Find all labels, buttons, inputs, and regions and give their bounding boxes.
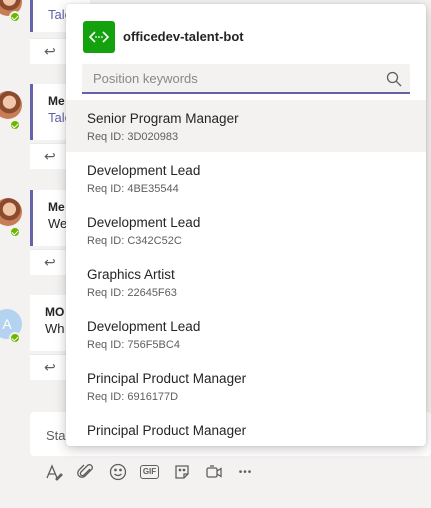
search-icon[interactable] (386, 71, 402, 87)
gif-label: GIF (139, 465, 160, 479)
avatar[interactable] (0, 198, 22, 226)
compose-toolbar: GIF ••• (44, 462, 255, 482)
search-box (82, 64, 410, 94)
sticker-icon[interactable] (172, 463, 191, 482)
position-title: Principal Product Manager (87, 371, 247, 386)
result-item[interactable]: Graphics Artist Req ID: 22645F63 (66, 256, 426, 308)
gif-icon[interactable]: GIF (139, 463, 160, 482)
bot-app-icon (83, 21, 115, 53)
result-item[interactable]: Principal Product Manager (66, 412, 426, 446)
emoji-icon[interactable] (108, 463, 127, 482)
req-id: Req ID: 4BE35544 (87, 183, 179, 195)
presence-available-icon (9, 332, 21, 344)
position-keywords-input[interactable] (82, 64, 372, 92)
format-icon[interactable] (44, 463, 63, 482)
reply-icon[interactable]: ↩ (44, 359, 56, 376)
presence-available-icon (9, 226, 21, 238)
presence-available-icon (9, 119, 21, 131)
avatar[interactable] (0, 91, 22, 119)
req-id: Req ID: 756F5BC4 (87, 339, 180, 351)
req-id: Req ID: 3D020983 (87, 131, 179, 143)
compose-placeholder: Sta (46, 428, 66, 443)
meet-now-icon[interactable] (204, 463, 223, 482)
position-title: Development Lead (87, 215, 201, 230)
presence-available-icon (9, 11, 21, 23)
messaging-extension-popup: officedev-talent-bot Senior Program Mana… (66, 4, 426, 446)
bot-name: officedev-talent-bot (123, 29, 244, 44)
position-title: Senior Program Manager (87, 111, 239, 126)
position-title: Development Lead (87, 319, 201, 334)
req-id: Req ID: 22645F63 (87, 287, 177, 299)
attach-icon[interactable] (76, 463, 95, 482)
req-id: Req ID: C342C52C (87, 235, 182, 247)
position-title: Graphics Artist (87, 267, 175, 282)
avatar-initial: A (2, 316, 12, 332)
result-item[interactable]: Senior Program Manager Req ID: 3D020983 (66, 100, 426, 152)
reply-icon[interactable]: ↩ (44, 254, 56, 271)
result-item[interactable]: Principal Product Manager Req ID: 691617… (66, 360, 426, 412)
reply-icon[interactable]: ↩ (44, 148, 56, 165)
more-options-icon[interactable]: ••• (236, 463, 255, 482)
popup-header: officedev-talent-bot (66, 4, 426, 60)
position-title: Development Lead (87, 163, 201, 178)
more-label: ••• (238, 466, 253, 478)
result-item[interactable]: Development Lead Req ID: 4BE35544 (66, 152, 426, 204)
reply-icon[interactable]: ↩ (44, 43, 56, 60)
result-item[interactable]: Development Lead Req ID: 756F5BC4 (66, 308, 426, 360)
results-list: Senior Program Manager Req ID: 3D020983 … (66, 100, 426, 446)
req-id: Req ID: 6916177D (87, 391, 179, 403)
result-item[interactable]: Development Lead Req ID: C342C52C (66, 204, 426, 256)
position-title: Principal Product Manager (87, 423, 247, 438)
